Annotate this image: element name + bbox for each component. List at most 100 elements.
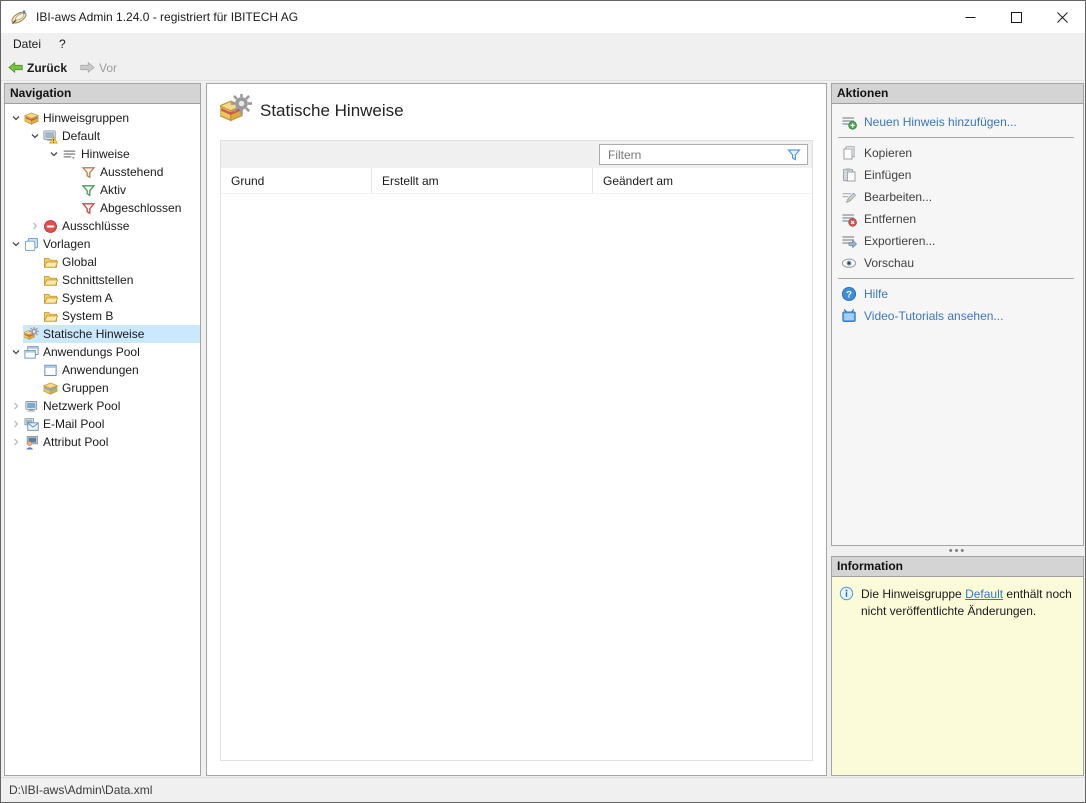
default-group-link[interactable]: Default (965, 587, 1003, 601)
action-kopieren[interactable]: Kopieren (832, 142, 1083, 164)
tree-item-label: Netzwerk Pool (43, 399, 121, 413)
app-icon (10, 8, 28, 26)
attribute-icon (23, 434, 39, 450)
tree-item-label: Vorlagen (43, 237, 91, 251)
information-panel: Information Die Hinweisgruppe Default en… (831, 556, 1084, 776)
column-header-erstellt-am[interactable]: Erstellt am (372, 168, 593, 193)
filter-input[interactable] (599, 144, 808, 165)
toolbar: Zurück Vor (1, 55, 1085, 81)
chevron-down-icon[interactable] (28, 129, 42, 143)
email-icon (23, 416, 39, 432)
close-button[interactable] (1039, 1, 1085, 33)
tree-item-system-b[interactable]: System B (5, 307, 200, 325)
actions-header: Aktionen (832, 84, 1083, 104)
app-window-icon (42, 362, 58, 378)
action-hilfe[interactable]: ? Hilfe (832, 283, 1083, 305)
tree-item-label: E-Mail Pool (43, 417, 105, 431)
action-vorschau[interactable]: Vorschau (832, 252, 1083, 274)
tree-item-label: Ausstehend (100, 165, 164, 179)
action-label: Kopieren (864, 146, 913, 160)
menu-item-datei[interactable]: Datei (4, 33, 50, 55)
monitor-warning-icon (42, 128, 58, 144)
filter-text-field[interactable] (600, 147, 786, 162)
maximize-button[interactable] (993, 1, 1039, 33)
panel-splitter[interactable]: ••• (831, 546, 1084, 557)
tree-item-anwendungen[interactable]: Anwendungen (5, 361, 200, 379)
action-exportieren[interactable]: Exportieren... (832, 230, 1083, 252)
data-file-path: D:\IBI-aws\Admin\Data.xml (9, 783, 153, 797)
information-header: Information (832, 557, 1083, 577)
chevron-down-icon[interactable] (9, 111, 23, 125)
tree-item-vorlagen[interactable]: Vorlagen (5, 235, 200, 253)
no-entry-icon (42, 218, 58, 234)
static-notice-icon (23, 326, 39, 342)
chevron-down-icon[interactable] (9, 345, 23, 359)
svg-text:?: ? (846, 289, 852, 300)
chevron-right-icon[interactable] (9, 399, 23, 413)
window-title: IBI-aws Admin 1.24.0 - registriert für I… (36, 10, 299, 24)
tree-item-label: Anwendungen (62, 363, 139, 377)
back-button-label: Zurück (27, 60, 68, 75)
action-label: Vorschau (864, 256, 915, 270)
tree-item-default[interactable]: Default (5, 127, 200, 145)
tree-item-netzwerk-pool[interactable]: Netzwerk Pool (5, 397, 200, 415)
chevron-right-icon[interactable] (28, 219, 42, 233)
action-einfugen[interactable]: Einfügen (832, 164, 1083, 186)
funnel-red-icon (80, 200, 96, 216)
tree-item-statische-hinweise[interactable]: Statische Hinweise (5, 325, 200, 343)
title-bar[interactable]: IBI-aws Admin 1.24.0 - registriert für I… (1, 1, 1085, 33)
back-button[interactable]: Zurück (1, 56, 73, 80)
help-icon: ? (840, 286, 857, 302)
tree-item-attribut-pool[interactable]: Attribut Pool (5, 433, 200, 451)
filter-strip (221, 141, 812, 168)
minimize-icon (965, 16, 975, 18)
funnel-orange-icon (80, 164, 96, 180)
tree-item-aktiv[interactable]: Aktiv (5, 181, 200, 199)
chevron-down-icon[interactable] (9, 237, 23, 251)
folder-icon (42, 290, 58, 306)
tree-item-hinweisgruppen[interactable]: Hinweisgruppen (5, 109, 200, 127)
tree-item-hinweise[interactable]: Hinweise (5, 145, 200, 163)
add-notice-icon (840, 114, 857, 130)
tree-item-schnittstellen[interactable]: Schnittstellen (5, 271, 200, 289)
tree-item-anwendungs-pool[interactable]: Anwendungs Pool (5, 343, 200, 361)
tree-item-label: Attribut Pool (43, 435, 109, 449)
forward-button[interactable]: Vor (73, 56, 123, 80)
tree-item-system-a[interactable]: System A (5, 289, 200, 307)
menu-item-help[interactable]: ? (50, 33, 75, 55)
nav-tree: Hinweisgruppen Default Hinweise Ausstehend A… (5, 104, 200, 451)
action-bearbeiten[interactable]: Bearbeiten... (832, 186, 1083, 208)
column-header-geandert-am[interactable]: Geändert am (593, 168, 812, 193)
chevron-down-icon[interactable] (47, 147, 61, 161)
navigation-panel: Navigation Hinweisgruppen Default Hinweise… (4, 83, 201, 776)
tree-item-ausstehend[interactable]: Ausstehend (5, 163, 200, 181)
tree-item-label: System A (62, 291, 113, 305)
minimize-button[interactable] (947, 1, 993, 33)
actions-separator (838, 278, 1074, 279)
actions-list: Neuen Hinweis hinzufügen... Kopieren Einfü… (832, 104, 1083, 327)
main-header: Statische Hinweise (207, 84, 826, 138)
page-title: Statische Hinweise (260, 101, 404, 120)
column-header-grund[interactable]: Grund (221, 168, 372, 193)
action-video-tutorials-ansehen[interactable]: Video-Tutorials ansehen... (832, 305, 1083, 327)
chevron-right-icon[interactable] (9, 417, 23, 431)
notes-icon (61, 146, 77, 162)
tree-item-ausschlusse[interactable]: Ausschlüsse (5, 217, 200, 235)
filter-funnel-icon (786, 147, 804, 163)
folder-icon (42, 254, 58, 270)
chevron-right-icon[interactable] (9, 435, 23, 449)
tree-item-label: Abgeschlossen (100, 201, 182, 215)
action-neuen-hinweis-hinzufugen[interactable]: Neuen Hinweis hinzufügen... (832, 111, 1083, 133)
action-entfernen[interactable]: Entfernen (832, 208, 1083, 230)
tree-item-label: Anwendungs Pool (43, 345, 140, 359)
funnel-green-icon (80, 182, 96, 198)
network-icon (23, 398, 39, 414)
tree-item-label: Default (62, 129, 101, 143)
tree-item-abgeschlossen[interactable]: Abgeschlossen (5, 199, 200, 217)
tree-item-global[interactable]: Global (5, 253, 200, 271)
tree-item-e-mail-pool[interactable]: E-Mail Pool (5, 415, 200, 433)
tree-item-gruppen[interactable]: Gruppen (5, 379, 200, 397)
copy-icon (840, 145, 857, 161)
video-icon (840, 308, 857, 324)
forward-button-label: Vor (99, 60, 118, 75)
